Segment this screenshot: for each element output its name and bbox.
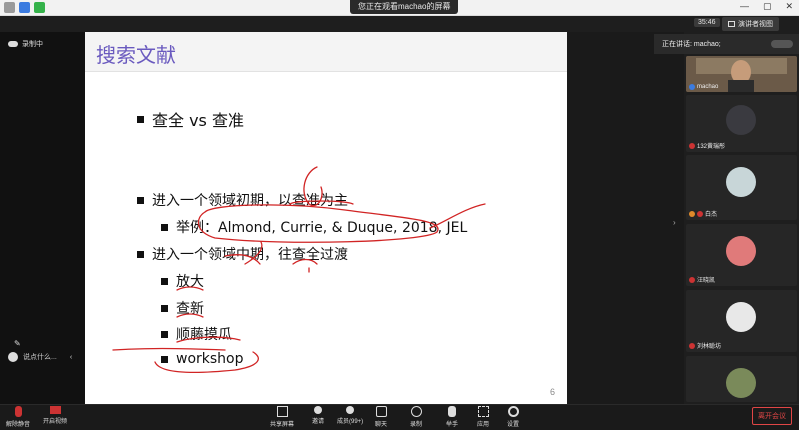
minimize-button[interactable]: —: [740, 1, 749, 12]
speaker-label: 正在讲话: machao;: [662, 41, 721, 48]
participant-avatar: [726, 236, 756, 266]
ink-stroke: [112, 347, 226, 351]
camera-off-icon: [49, 406, 61, 414]
mic-off-icon: [14, 406, 22, 417]
participant-tile[interactable]: 汪晓凯: [686, 224, 797, 286]
ink-stroke: [197, 204, 439, 243]
chat-button[interactable]: 聊天: [375, 406, 387, 428]
meeting-subbar: [0, 16, 799, 32]
meeting-toolbar: 解除静音 开启视频 共享屏幕 邀请 成员(99+) 聊天 录制 举手 应用 设置: [0, 404, 799, 430]
participant-avatar: [726, 167, 756, 197]
page-number: 6: [549, 387, 555, 397]
mic-muted-icon: [689, 142, 695, 149]
ink-stroke: [244, 241, 263, 265]
meeting-timer: 35:46: [694, 18, 720, 27]
pen-icon[interactable]: ✎: [14, 339, 22, 348]
ink-stroke: [292, 258, 318, 265]
ink-stroke: [289, 200, 354, 205]
mute-button[interactable]: 解除静音: [6, 406, 30, 428]
ink-stroke: [224, 254, 261, 265]
cloud-record-icon: [8, 41, 18, 47]
right-rail: [567, 32, 684, 404]
viewing-banner[interactable]: 您正在观看machao的屏幕: [350, 0, 459, 14]
participant-avatar: [726, 368, 756, 398]
leave-meeting-button[interactable]: 离开会议: [752, 407, 792, 425]
raise-hand-button[interactable]: 举手: [446, 406, 458, 428]
view-mode-label: 演讲者视图: [738, 21, 773, 28]
participant-avatar: [726, 105, 756, 135]
maximize-button[interactable]: ▢: [763, 1, 772, 12]
participant-tile[interactable]: 白杰: [686, 155, 797, 220]
ink-annotations: [112, 166, 486, 374]
user-icon: [689, 210, 695, 217]
speaker-pill: [771, 40, 793, 48]
user-icon: [689, 84, 695, 90]
ink-stroke: [176, 286, 204, 291]
grid-icon: [728, 21, 735, 27]
view-mode-button[interactable]: 演讲者视图: [722, 17, 779, 31]
close-button[interactable]: ✕: [785, 1, 793, 12]
share-screen-icon: [276, 406, 288, 417]
window-controls: — ▢ ✕: [740, 1, 793, 12]
members-icon: [346, 406, 355, 414]
mic-muted-icon: [689, 342, 695, 349]
shield-icon[interactable]: [19, 2, 30, 13]
participant-name: 汪晓凯: [689, 275, 715, 284]
participant-name: 刘林聪坊: [689, 341, 721, 350]
ink-stroke: [154, 351, 259, 374]
chat-icon: [375, 406, 387, 417]
signal-icon[interactable]: [34, 2, 45, 13]
chevron-right-icon[interactable]: ›: [673, 218, 676, 227]
chat-avatar-icon: [8, 352, 18, 362]
mic-muted-icon: [697, 210, 703, 217]
settings-button[interactable]: 设置: [507, 406, 519, 428]
chat-input[interactable]: 说点什么... ‹: [8, 350, 80, 364]
participant-name: 白杰: [689, 209, 717, 218]
status-icons: [4, 2, 45, 13]
invite-button[interactable]: 邀请: [312, 406, 324, 425]
apps-icon: [477, 406, 489, 417]
participant-tile[interactable]: [686, 356, 797, 402]
apps-button[interactable]: 应用: [477, 406, 489, 428]
recording-indicator[interactable]: 录制中: [8, 39, 43, 49]
hand-icon: [448, 406, 456, 417]
meeting-app: 您正在观看machao的屏幕 — ▢ ✕ 35:46 演讲者视图 录制中 ✎ 说…: [0, 0, 799, 430]
participant-name: 132黄瑞彤: [689, 141, 725, 150]
speaking-indicator: 正在讲话: machao;: [654, 34, 799, 54]
ink-stroke: [429, 203, 486, 229]
info-icon[interactable]: [4, 2, 15, 13]
chevron-left-icon[interactable]: ‹: [70, 354, 72, 361]
shared-slide: 搜索文献 查全 vs 查准 进入一个领域初期，以查准为主 举例：Almond, …: [85, 32, 567, 404]
participant-tile[interactable]: machao: [686, 56, 797, 92]
left-panel: 录制中 ✎ 说点什么... ‹: [0, 32, 85, 404]
record-icon: [410, 406, 422, 417]
members-button[interactable]: 成员(99+): [337, 406, 363, 425]
mic-muted-icon: [689, 276, 695, 283]
chat-placeholder: 说点什么...: [23, 354, 57, 361]
participant-tile[interactable]: 132黄瑞彤: [686, 95, 797, 152]
participant-avatar: [726, 302, 756, 332]
ink-stroke: [176, 313, 204, 318]
recording-label: 录制中: [22, 41, 43, 48]
ink-stroke: [176, 336, 241, 343]
share-screen-button[interactable]: 共享屏幕: [270, 406, 294, 428]
gear-icon: [507, 406, 519, 417]
ink-stroke: [303, 166, 323, 207]
participant-name: machao: [689, 84, 718, 90]
video-button[interactable]: 开启视频: [43, 406, 67, 425]
add-user-icon: [314, 406, 322, 414]
participant-tile[interactable]: 刘林聪坊: [686, 290, 797, 352]
record-button[interactable]: 录制: [410, 406, 422, 428]
title-bar: 您正在观看machao的屏幕 — ▢ ✕: [0, 0, 799, 16]
